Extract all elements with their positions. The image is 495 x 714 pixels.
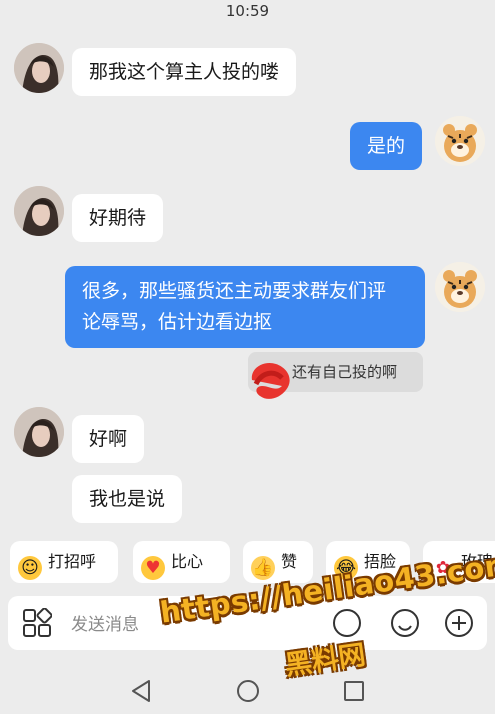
quick-reply-label: 打招呼 bbox=[48, 552, 97, 571]
quick-reply-chip[interactable]: ♥ 比心 bbox=[133, 541, 230, 583]
message-text: 好啊 bbox=[89, 428, 128, 450]
quick-reply-chip[interactable]: ☺ 打招呼 bbox=[10, 541, 118, 583]
quoted-text: 还有自己投的啊 bbox=[292, 363, 398, 381]
contact-avatar[interactable] bbox=[14, 186, 64, 236]
message-text: 那我这个算主人投的喽 bbox=[89, 61, 280, 83]
my-avatar[interactable] bbox=[435, 262, 485, 312]
heart-hands-emoji-icon: ♥ bbox=[141, 556, 165, 580]
back-icon[interactable] bbox=[130, 679, 152, 703]
message-text: 好期待 bbox=[89, 207, 147, 229]
outgoing-message[interactable]: 很多，那些骚货还主动要求群友们评 论辱骂，估计边看边抠 bbox=[65, 266, 425, 348]
system-nav-bar bbox=[0, 664, 495, 714]
quick-reply-label: 比心 bbox=[171, 552, 204, 571]
message-text: 我也是说 bbox=[89, 488, 166, 510]
contact-avatar[interactable] bbox=[14, 43, 64, 93]
status-bar-time: 10:59 bbox=[225, 2, 270, 20]
smile-emoji-icon: ☺ bbox=[18, 556, 42, 580]
apps-grid-icon[interactable] bbox=[22, 608, 52, 638]
incoming-message[interactable]: 好期待 bbox=[72, 194, 164, 242]
my-avatar[interactable] bbox=[435, 116, 485, 166]
thumbs-up-emoji-icon: 👍 bbox=[251, 556, 275, 580]
message-line: 很多，那些骚货还主动要求群友们评 bbox=[82, 280, 387, 302]
message-line: 论辱骂，估计边看边抠 bbox=[82, 311, 273, 333]
message-input[interactable]: 发送消息 bbox=[71, 610, 139, 635]
contact-avatar[interactable] bbox=[14, 407, 64, 457]
quick-reply-label: 赞 bbox=[281, 552, 298, 571]
incoming-message[interactable]: 那我这个算主人投的喽 bbox=[72, 48, 297, 96]
recents-icon[interactable] bbox=[343, 680, 365, 702]
red-scribble-mark bbox=[251, 362, 290, 399]
plus-icon[interactable] bbox=[444, 608, 474, 638]
incoming-message[interactable]: 我也是说 bbox=[72, 475, 183, 523]
incoming-message[interactable]: 好啊 bbox=[72, 415, 145, 463]
home-icon[interactable] bbox=[236, 679, 260, 703]
outgoing-message[interactable]: 是的 bbox=[350, 122, 423, 170]
message-text: 是的 bbox=[367, 135, 406, 157]
emoji-icon[interactable] bbox=[390, 608, 420, 638]
